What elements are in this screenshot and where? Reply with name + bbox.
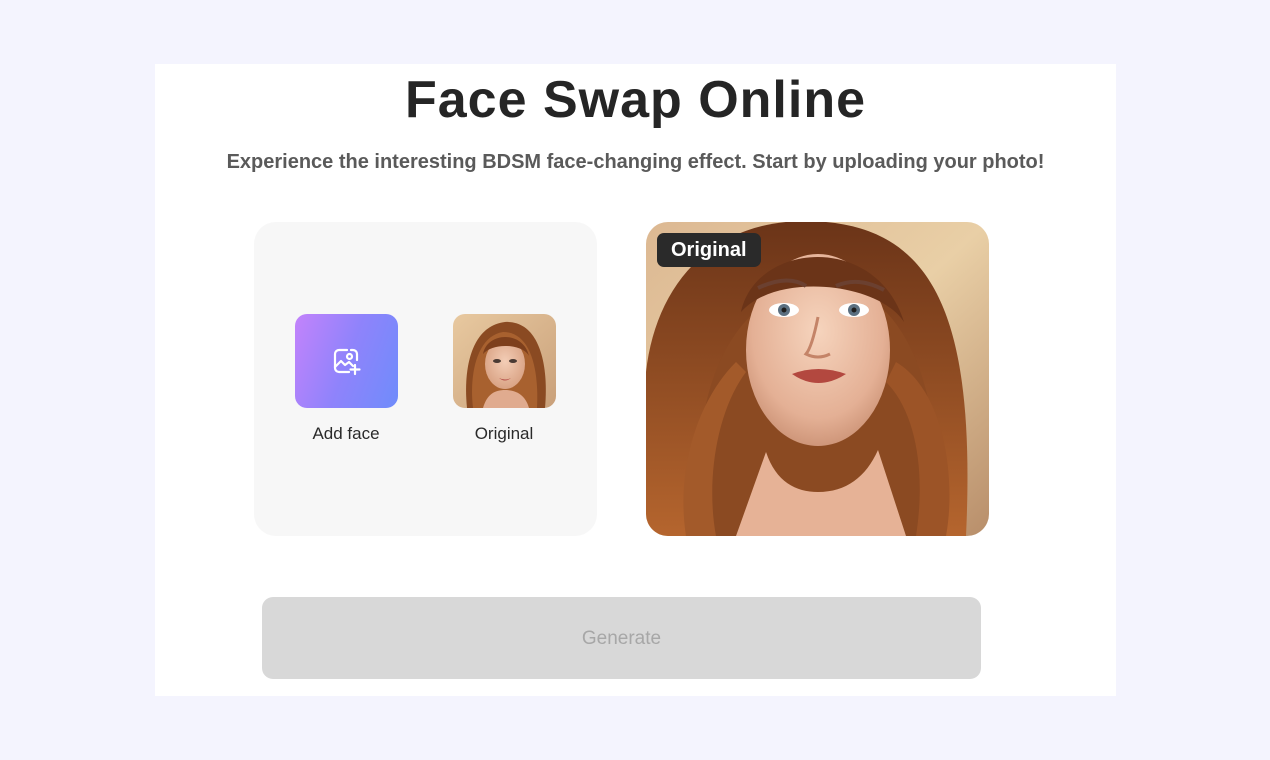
page-subtitle: Experience the interesting BDSM face-cha… bbox=[226, 151, 1045, 173]
generate-button[interactable]: Generate bbox=[262, 597, 981, 679]
page-title: Face Swap Online bbox=[404, 71, 867, 129]
face-swap-card: Face Swap Online Experience the interest… bbox=[155, 64, 1116, 696]
add-face-label: Add face bbox=[312, 424, 380, 443]
original-face-thumbnail[interactable] bbox=[452, 314, 556, 408]
add-face-thumbnail[interactable] bbox=[294, 314, 398, 408]
image-plus-icon bbox=[331, 346, 361, 376]
face-selection-panel: Add face Original bbox=[254, 222, 597, 536]
add-face-button[interactable]: Add face bbox=[286, 314, 406, 444]
portrait-image bbox=[646, 222, 989, 536]
original-face-label: Original bbox=[474, 424, 534, 443]
original-badge: Original bbox=[657, 233, 761, 267]
original-face-option[interactable]: Original bbox=[444, 314, 564, 444]
preview-image: Original bbox=[646, 222, 989, 536]
